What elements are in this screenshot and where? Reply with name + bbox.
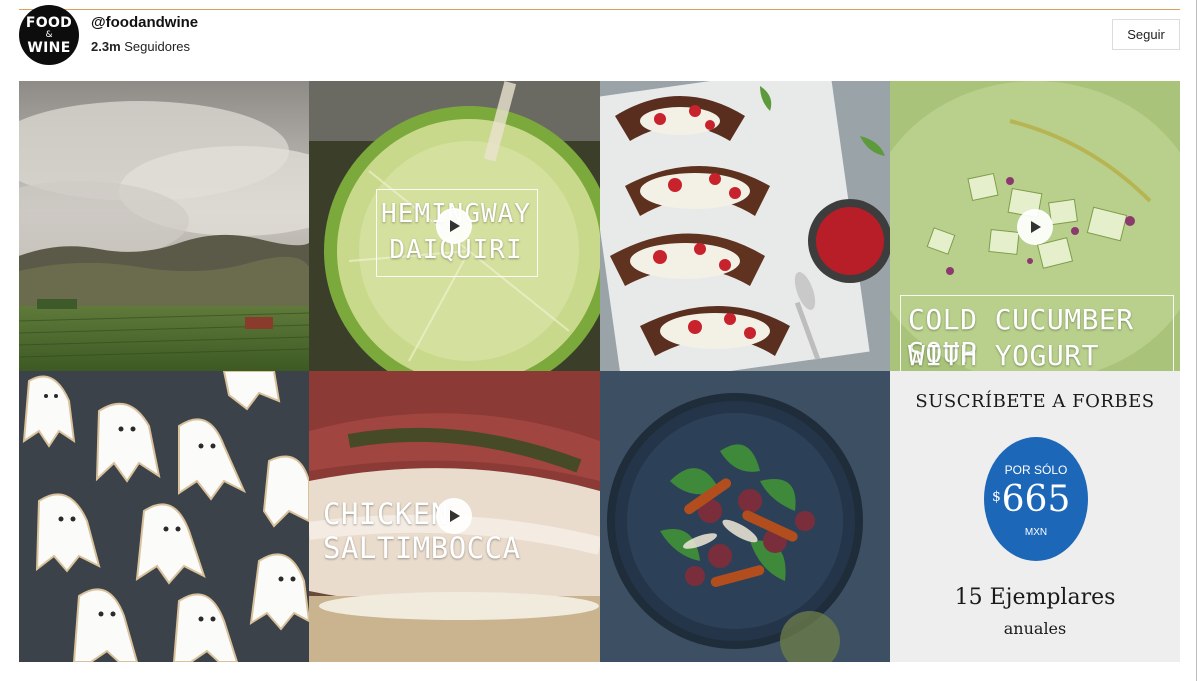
grid-tile-ghost-cookies[interactable]: [19, 371, 309, 662]
price-currency: MXN: [1024, 527, 1048, 538]
followers-count: 2.3m Seguidores: [91, 39, 190, 54]
avatar-line1: FOOD: [25, 14, 73, 31]
top-divider: [19, 9, 1180, 10]
play-icon: [450, 220, 460, 232]
grid-tile-fig-salad[interactable]: [600, 371, 890, 662]
play-icon: [450, 510, 460, 522]
avatar-ampersand: &: [45, 29, 53, 40]
fig-salad-image: [600, 371, 890, 662]
ghost-cookies-image: [19, 371, 309, 662]
play-button[interactable]: [436, 208, 472, 244]
ad-subcopy: anuales: [1003, 619, 1067, 638]
ad-copy: 15 Ejemplares: [954, 585, 1116, 610]
followers-label: Seguidores: [124, 39, 191, 54]
play-button[interactable]: [436, 498, 472, 534]
caption-frame: [900, 295, 1174, 371]
ad-title: SUSCRÍBETE A FORBES: [915, 391, 1155, 412]
photo-grid: HEMINGWAY DAIQUIRI: [19, 81, 1180, 662]
grid-tile-cold-cucumber-soup[interactable]: COLD CUCUMBER SOUP WITH YOGURT AND DILL: [890, 81, 1180, 371]
avatar-line2: WINE: [27, 39, 71, 56]
price-badge: POR SÓLO $ 665 MXN: [984, 437, 1088, 561]
waffle-tacos-image: [600, 81, 890, 371]
follow-button[interactable]: Seguir: [1112, 19, 1180, 50]
scrollbar-edge: [1196, 0, 1197, 681]
price-value: 665: [1001, 479, 1071, 520]
wildfire-landscape-image: [19, 81, 309, 371]
play-icon: [1031, 221, 1041, 233]
grid-tile-chicken-saltimbocca[interactable]: CHICKEN SALTIMBOCCA: [309, 371, 600, 662]
price-label: POR SÓLO: [1004, 463, 1068, 477]
grid-tile-strawberry-waffle-tacos[interactable]: [600, 81, 890, 371]
profile-handle[interactable]: @foodandwine: [91, 14, 198, 31]
followers-number: 2.3m: [91, 39, 121, 54]
play-button[interactable]: [1017, 209, 1053, 245]
grid-tile-hemingway-daiquiri[interactable]: HEMINGWAY DAIQUIRI: [309, 81, 600, 371]
forbes-subscription-ad[interactable]: SUSCRÍBETE A FORBES POR SÓLO $ 665 MXN 1…: [890, 371, 1180, 662]
grid-tile-wildfire-landscape[interactable]: [19, 81, 309, 371]
avatar[interactable]: FOOD & WINE: [19, 5, 79, 65]
